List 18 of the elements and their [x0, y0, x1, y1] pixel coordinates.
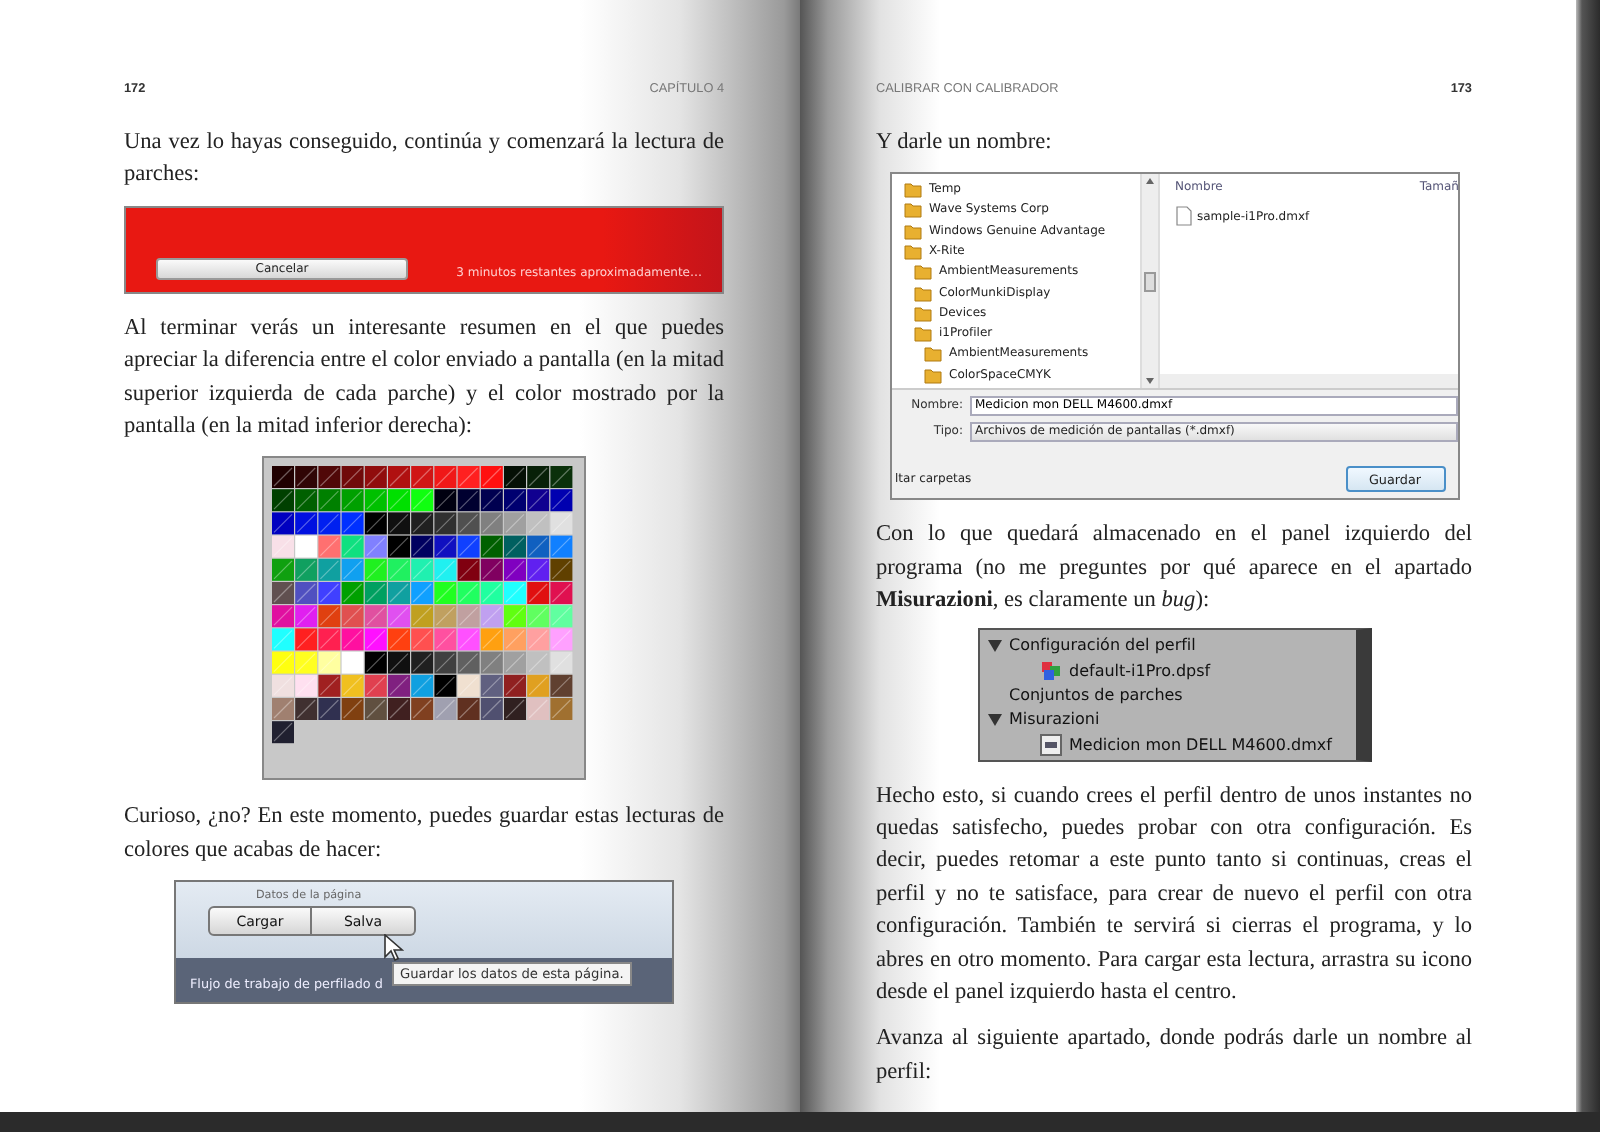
body-paragraph: Hecho esto, si cuando crees el perfil dentro de unos instantes no quedas satisfecho, puedes probar con otra configuración. Es decir, puedes retomar a este punto tanto si continuas, creas el perfil y no te satisface, para crear de nuevo el perfil con otra configuración. También te servirá si cierras el programa, y lo abres en otro momento. Para cargar esta lectura, arrastra su icono desde el panel izquierdo hasta el centro. — [876, 781, 1472, 1009]
tree-item[interactable]: Misurazioni — [1009, 710, 1100, 729]
scroll-down-icon — [1143, 376, 1155, 389]
tree-item[interactable]: Conjuntos de parches — [1009, 686, 1183, 705]
measurement-file-icon — [1039, 733, 1061, 756]
mouse-pointer-icon — [384, 934, 404, 963]
scroll-up-icon — [1143, 174, 1155, 187]
body-paragraph: Curioso, ¿no? En este momento, puedes guardar estas lecturas de colores que acabas de hacer: — [124, 802, 724, 866]
body-paragraph: Al terminar verás un interesante resumen en el que puedes apreciar la diferencia entre el color enviado a pantalla (en la mitad superior izquierda de cada parche) y el color mostrado por la pantalla (en la mitad inferior derecha): — [124, 313, 724, 443]
body-paragraph: Con lo que quedará almacenado en el panel izquierdo del programa (no me preguntes por qué aparece en el apartado Misurazioni, es claramente un bug): — [876, 520, 1472, 617]
body-paragraph: Una vez lo hayas conseguido, continúa y comenzará la lectura de parches: — [124, 128, 724, 191]
profile-file-icon — [1039, 659, 1061, 682]
body-paragraph: Avanza al siguiente apartado, donde podrás darle un nombre al perfil: — [876, 1024, 1472, 1088]
tree-item[interactable]: default-i1Pro.dpsf — [1069, 661, 1211, 680]
body-paragraph: Y darle un nombre: — [876, 128, 1054, 158]
file-icon — [1175, 206, 1191, 227]
tree-item[interactable]: Medicion mon DELL M4600.dmxf — [1069, 735, 1332, 754]
tree-item[interactable]: Configuración del perfil — [1009, 636, 1196, 655]
